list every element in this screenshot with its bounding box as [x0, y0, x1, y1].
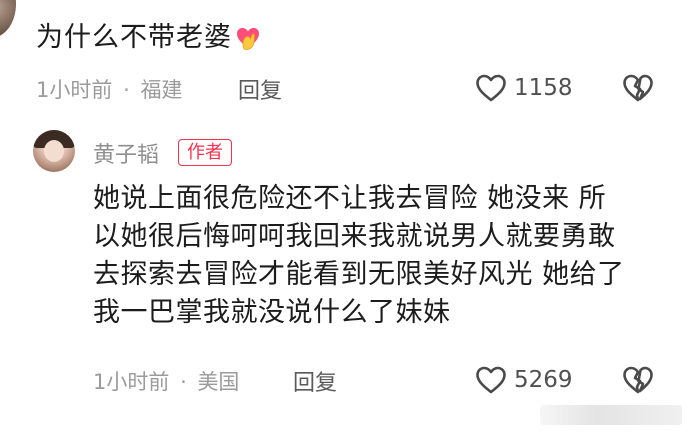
finger-heart-icon	[234, 23, 262, 51]
comment-meta: 1小时前 · 福建	[36, 74, 182, 104]
comment-location: 美国	[197, 370, 240, 394]
comment-text: 为什么不带老婆	[36, 19, 262, 57]
meta-separator: ·	[123, 78, 130, 102]
heart-outline-icon	[476, 366, 506, 394]
avatar-previous-user[interactable]	[0, 0, 16, 38]
comment-location: 福建	[140, 78, 183, 102]
reply-button[interactable]: 回复	[293, 365, 337, 397]
meta-separator: ·	[180, 370, 187, 394]
comment-line: 我一巴掌我就没说什么了妹妹	[93, 297, 451, 328]
like-button[interactable]: 1158	[474, 70, 573, 106]
like-count: 1158	[514, 75, 573, 101]
like-count: 5269	[514, 367, 573, 393]
author-badge: 作者	[178, 139, 232, 166]
username[interactable]: 黄子韬	[93, 137, 159, 169]
reply-comment-meta: 1小时前 · 美国	[93, 366, 239, 396]
comment-line: 以她很后悔呵呵我回来我就说男人就要勇敢	[93, 221, 616, 252]
broken-heart-icon[interactable]	[620, 362, 656, 398]
comment-text-content: 为什么不带老婆	[36, 22, 232, 53]
cut-off-username	[34, 0, 114, 4]
reply-button[interactable]: 回复	[238, 73, 282, 105]
watermark	[540, 405, 682, 425]
reply-comment-text: 她说上面很危险还不让我去冒险 她没来 所 以她很后悔呵呵我回来我就说男人就要勇敢…	[93, 180, 673, 332]
broken-heart-icon[interactable]	[620, 70, 656, 106]
comment-line: 去探索去冒险才能看到无限美好风光 她给了	[93, 259, 625, 290]
comment-thread: 为什么不带老婆 1小时前 · 福建 回复 1158 黄子韬 作者 她说上面很危险…	[0, 0, 690, 435]
heart-outline-icon	[476, 74, 506, 102]
comment-line: 她说上面很危险还不让我去冒险 她没来 所	[93, 183, 607, 214]
like-button[interactable]: 5269	[474, 362, 573, 398]
avatar[interactable]	[33, 130, 75, 172]
comment-time: 1小时前	[93, 370, 170, 394]
comment-time: 1小时前	[36, 78, 113, 102]
